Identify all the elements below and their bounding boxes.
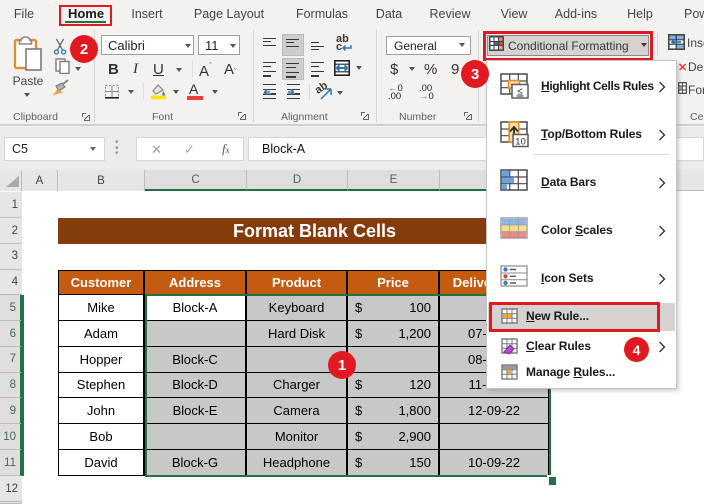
svg-text:10: 10: [515, 137, 526, 148]
